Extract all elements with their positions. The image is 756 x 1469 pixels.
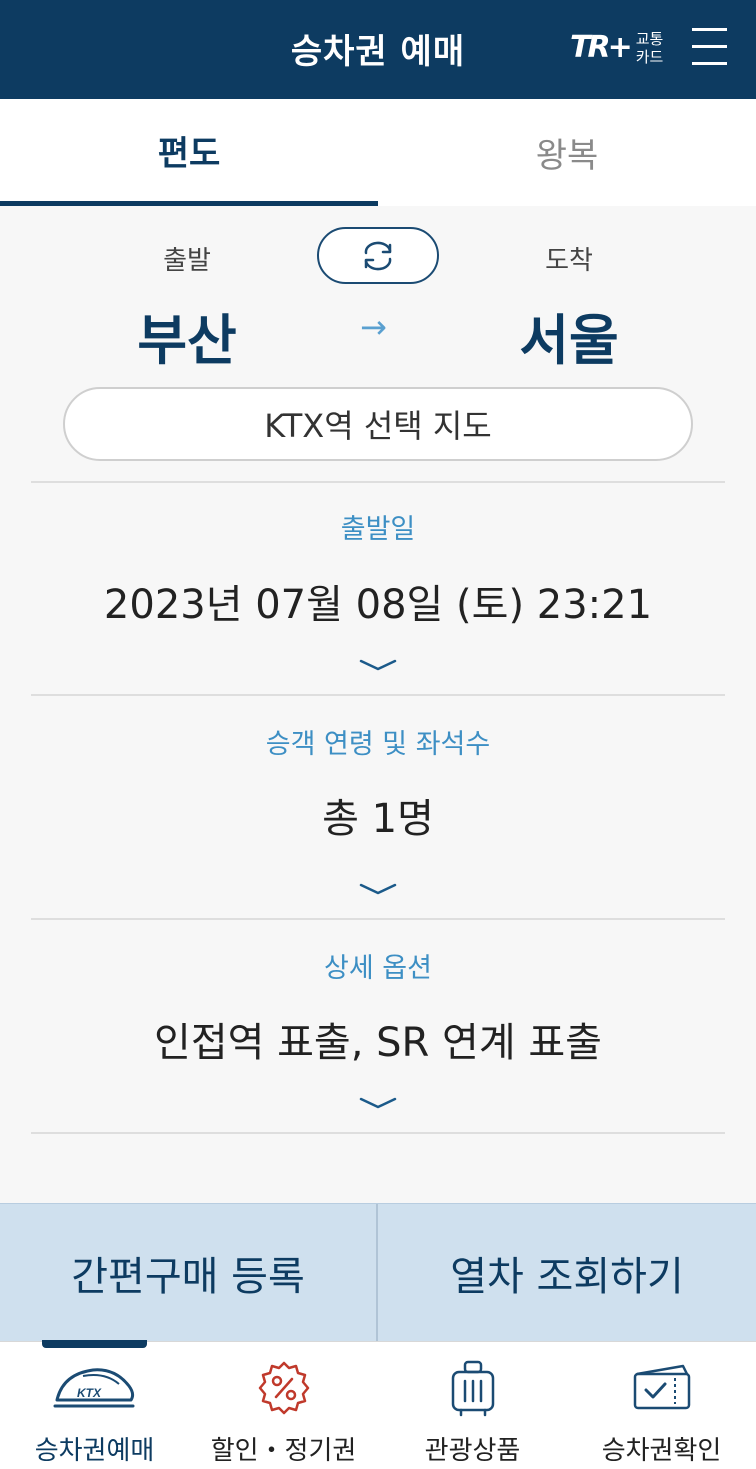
station-map-button[interactable]: KTX역 선택 지도 [63,387,693,461]
depart-label: 출발 [163,246,211,276]
departure-date-value: 2023년 07월 08일 (토) 23:21 [103,582,653,628]
ktx-train-icon: KTX [53,1368,134,1408]
nav-label: 관광상품 [424,1436,521,1466]
ticket-check-icon [633,1364,690,1410]
passengers-label: 승객 연령 및 좌석수 [265,729,491,760]
app-header: 승차권 예매 TR+ 교통 카드 [0,0,756,99]
nav-item-discount-pass[interactable]: 할인・정기권 [189,1342,378,1469]
divider [31,918,725,920]
transport-card-label-line1: 교통 [635,30,664,48]
transport-card-logo: TR+ [570,30,633,65]
search-trains-button[interactable]: 열차 조회하기 [378,1204,756,1342]
nav-label: 승차권확인 [601,1436,722,1466]
nav-item-ticket-check[interactable]: 승차권확인 [567,1342,756,1469]
ktx-logo-text: KTX [77,1386,102,1400]
detail-options-value: 인접역 표출, SR 연계 표출 [154,1020,602,1066]
bottom-nav: KTX 승차권예매 할인・정기권 관광상품 승차권확인 [0,1340,756,1469]
swap-icon [364,241,392,270]
detail-options-label: 상세 옵션 [324,953,432,984]
chevron-down-icon [359,1097,397,1109]
nav-label: 할인・정기권 [210,1436,357,1466]
divider [31,1132,725,1134]
swap-stations-button[interactable] [317,227,439,284]
discount-percent-icon [258,1361,309,1415]
depart-station[interactable]: 부산 [67,296,307,375]
chevron-down-icon [359,659,397,671]
passengers-value: 총 1명 [322,796,434,842]
tab-one-way[interactable]: 편도 [0,99,378,206]
transport-card-label: 교통 카드 [636,30,664,66]
trip-type-tabs: 편도 왕복 [0,99,756,206]
nav-item-tour-products[interactable]: 관광상품 [378,1342,567,1469]
hamburger-menu-icon[interactable] [692,28,727,65]
route-arrow-icon: → [360,308,387,346]
chevron-down-icon [359,883,397,895]
divider [31,481,725,483]
transport-card-button[interactable]: TR+ 교통 카드 [570,26,663,70]
arrive-station[interactable]: 서울 [449,296,689,375]
departure-date-label: 출발일 [340,514,416,545]
nav-label: 승차권예매 [34,1436,155,1466]
action-bar: 간편구매 등록 열차 조회하기 [0,1203,756,1342]
transport-card-label-line2: 카드 [635,48,664,66]
arrive-label: 도착 [545,246,593,276]
quick-purchase-button[interactable]: 간편구매 등록 [0,1204,378,1342]
luggage-icon [451,1360,494,1417]
divider [31,694,725,696]
nav-item-ticket-booking[interactable]: KTX 승차권예매 [0,1342,189,1469]
tab-round-trip[interactable]: 왕복 [378,99,756,206]
